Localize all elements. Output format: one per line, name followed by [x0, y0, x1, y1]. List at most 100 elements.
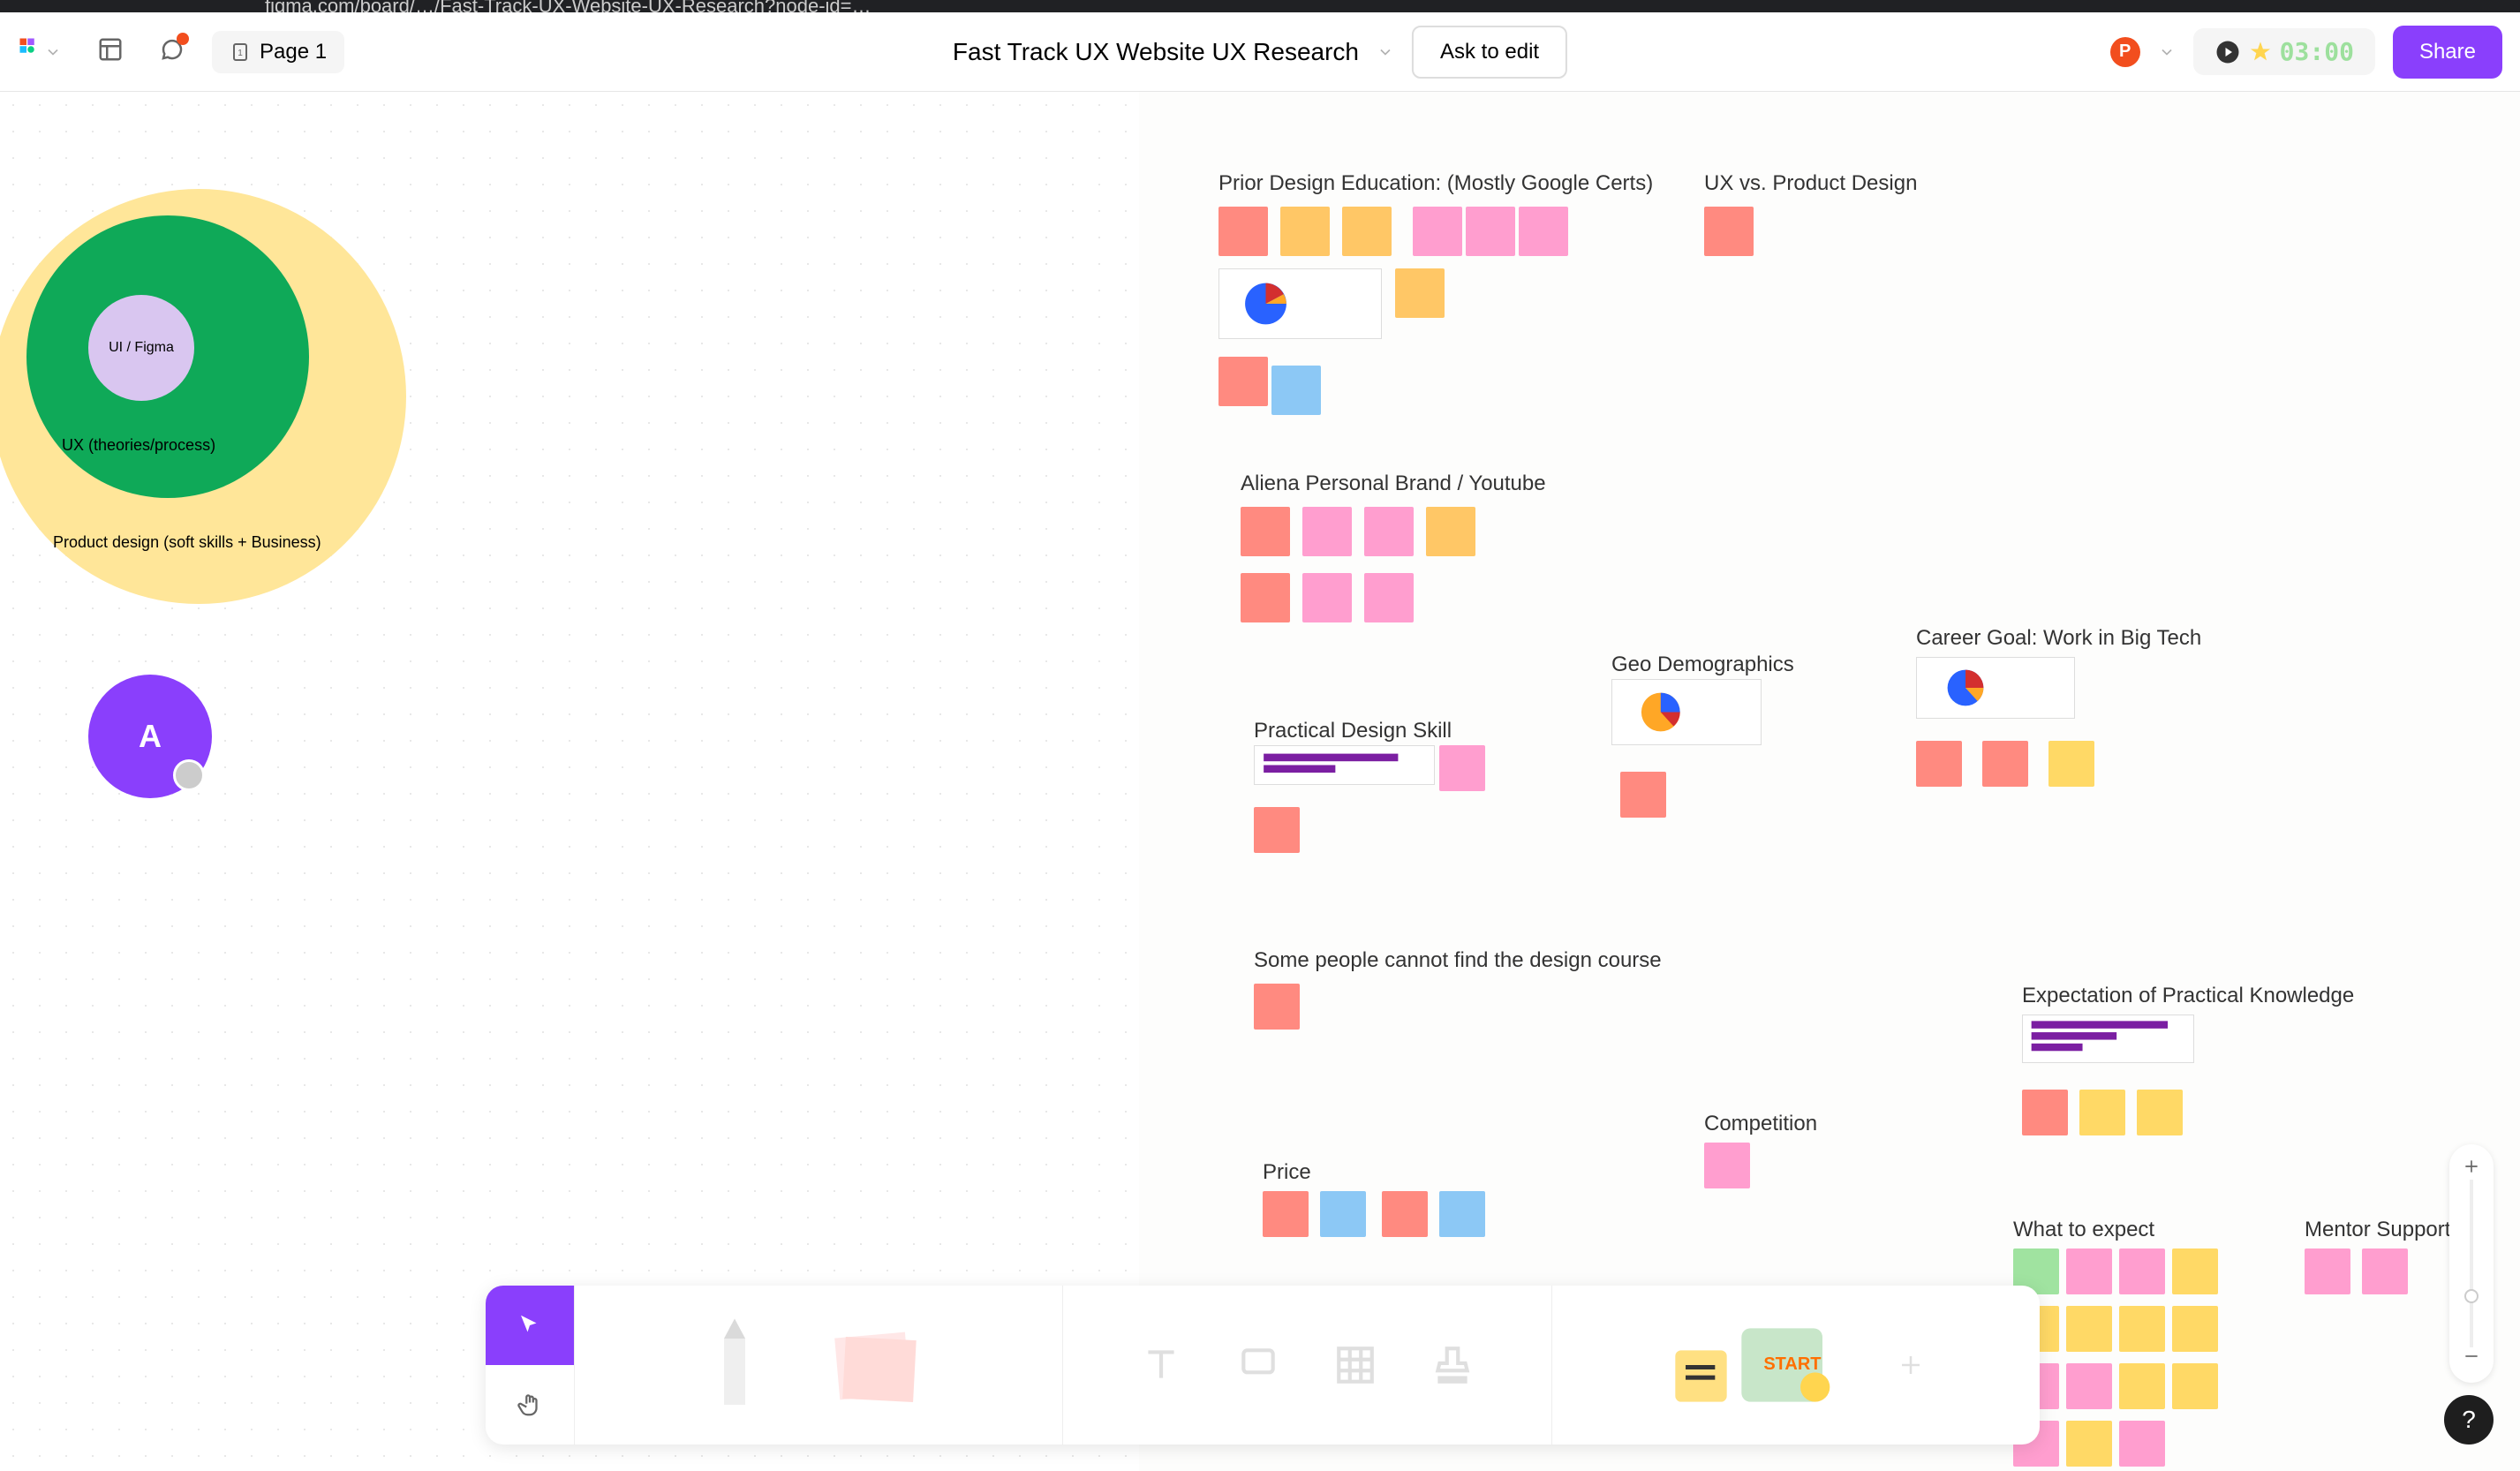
sticky-note[interactable] — [1704, 207, 1754, 256]
group-title-geo: Geo Demographics — [1611, 653, 1794, 677]
user-chevron-icon[interactable] — [2158, 43, 2176, 61]
sticky-tool-icon[interactable] — [819, 1321, 933, 1409]
zoom-control — [2449, 1144, 2494, 1383]
table-tool-icon[interactable] — [1333, 1343, 1377, 1387]
sticky-note[interactable] — [2079, 1090, 2125, 1135]
mid-circle-label: UX (theories/process) — [62, 436, 215, 455]
sticky-note[interactable] — [2119, 1248, 2165, 1294]
sticky-note[interactable] — [1426, 507, 1475, 556]
chart-thumbnail[interactable] — [1219, 268, 1382, 339]
share-button[interactable]: Share — [2393, 26, 2502, 79]
collaborator-initial: A — [139, 718, 162, 755]
top-toolbar: 1 Page 1 Fast Track UX Website UX Resear… — [0, 12, 2520, 92]
sticky-note[interactable] — [1271, 366, 1321, 415]
sticky-note[interactable] — [2172, 1363, 2218, 1409]
title-chevron-icon[interactable] — [1377, 43, 1394, 61]
shape-tool-icon[interactable] — [1236, 1343, 1280, 1387]
sticky-note[interactable] — [1219, 207, 1268, 256]
timer-widget[interactable]: 03:00 — [2193, 28, 2375, 75]
sticky-note[interactable] — [1395, 268, 1445, 318]
panel-layout-icon[interactable] — [62, 36, 124, 67]
sticky-note[interactable] — [1364, 507, 1414, 556]
inner-circle[interactable]: UI / Figma — [88, 295, 194, 401]
text-tool-icon[interactable] — [1139, 1343, 1183, 1387]
sticky-note[interactable] — [1241, 573, 1290, 622]
sticky-note[interactable] — [1413, 207, 1462, 256]
page-label: Page 1 — [260, 40, 327, 64]
hand-tool[interactable] — [486, 1365, 574, 1445]
collaborator-cursor[interactable]: A — [88, 675, 212, 798]
sticky-note[interactable] — [1320, 1191, 1366, 1237]
figjam-logo-icon[interactable] — [18, 36, 44, 67]
sticky-note[interactable] — [1439, 1191, 1485, 1237]
sticky-note[interactable] — [1439, 745, 1485, 791]
sticky-note[interactable] — [2022, 1090, 2068, 1135]
sticky-note[interactable] — [1364, 573, 1414, 622]
sticky-note[interactable] — [2066, 1248, 2112, 1294]
stamp-tool-icon[interactable] — [1430, 1343, 1475, 1387]
sticky-note[interactable] — [1519, 207, 1568, 256]
sticky-note[interactable] — [1620, 772, 1666, 818]
sticky-note[interactable] — [2048, 741, 2094, 787]
pie-chart-thumbnail[interactable] — [1611, 679, 1762, 745]
group-title-competition: Competition — [1704, 1112, 1817, 1136]
page-icon: 1 — [230, 41, 251, 63]
sticky-note[interactable] — [1704, 1143, 1750, 1188]
canvas-left-region[interactable]: UI / Figma UX (theories/process) Product… — [0, 92, 1139, 1471]
group-title-expectation: Expectation of Practical Knowledge — [2022, 984, 2354, 1008]
user-avatar[interactable]: P — [2110, 37, 2140, 67]
page-selector[interactable]: 1 Page 1 — [212, 31, 344, 73]
sticky-note[interactable] — [2362, 1248, 2408, 1294]
sticky-note[interactable] — [2137, 1090, 2183, 1135]
sticky-note[interactable] — [2119, 1363, 2165, 1409]
plus-icon[interactable] — [1898, 1352, 1924, 1378]
zoom-in-button[interactable] — [2463, 1158, 2480, 1180]
sticky-note[interactable] — [1342, 207, 1392, 256]
dock-draw-section — [574, 1286, 1062, 1445]
notification-dot — [177, 33, 189, 45]
sticky-note[interactable] — [1254, 984, 1300, 1030]
document-title[interactable]: Fast Track UX Website UX Research — [953, 38, 1359, 66]
sticky-note[interactable] — [2066, 1421, 2112, 1467]
select-tool[interactable] — [486, 1286, 574, 1365]
group-title-ux-vs-pd: UX vs. Product Design — [1704, 171, 1917, 196]
group-title-cannot-find: Some people cannot find the design cours… — [1254, 948, 1662, 973]
sticky-note[interactable] — [2172, 1306, 2218, 1352]
pie-chart-career[interactable] — [1916, 657, 2075, 719]
bar-chart-expectation[interactable] — [2022, 1015, 2194, 1063]
canvas-right-region[interactable]: Prior Design Education: (Mostly Google C… — [1139, 92, 2520, 1471]
sticky-note[interactable] — [2119, 1306, 2165, 1352]
sticky-note[interactable] — [2119, 1421, 2165, 1467]
music-icon — [2214, 39, 2241, 65]
sticky-note[interactable] — [1219, 357, 1268, 406]
sticky-note[interactable] — [1280, 207, 1330, 256]
svg-text:START: START — [1763, 1354, 1821, 1374]
zoom-out-button[interactable] — [2463, 1347, 2480, 1369]
zoom-slider-handle[interactable] — [2464, 1289, 2479, 1303]
bar-chart-thumbnail[interactable] — [1254, 745, 1435, 785]
sticky-note[interactable] — [1241, 507, 1290, 556]
group-title-brand: Aliena Personal Brand / Youtube — [1241, 471, 1546, 496]
zoom-slider-track[interactable] — [2470, 1180, 2473, 1347]
sticky-note[interactable] — [1302, 573, 1352, 622]
sticky-note[interactable] — [2305, 1248, 2350, 1294]
sticky-note[interactable] — [1916, 741, 1962, 787]
dock-stickers-section[interactable]: START — [1551, 1286, 2040, 1445]
sticky-note[interactable] — [2172, 1248, 2218, 1294]
sticky-note[interactable] — [1382, 1191, 1428, 1237]
sticky-note[interactable] — [2066, 1306, 2112, 1352]
pencil-tool-icon[interactable] — [704, 1312, 766, 1418]
canvas[interactable]: UI / Figma UX (theories/process) Product… — [0, 92, 2520, 1471]
sticky-note[interactable] — [1466, 207, 1515, 256]
chevron-down-icon[interactable] — [44, 43, 62, 61]
sticky-note[interactable] — [1982, 741, 2028, 787]
group-title-prior-edu: Prior Design Education: (Mostly Google C… — [1219, 171, 1653, 196]
tool-dock: START — [486, 1286, 2040, 1445]
ask-to-edit-button[interactable]: Ask to edit — [1412, 26, 1567, 79]
help-button[interactable]: ? — [2444, 1395, 2494, 1445]
sticky-note[interactable] — [1254, 807, 1300, 853]
sticky-note[interactable] — [2066, 1363, 2112, 1409]
sticky-note[interactable] — [1263, 1191, 1309, 1237]
comments-icon[interactable] — [124, 36, 185, 67]
sticky-note[interactable] — [1302, 507, 1352, 556]
